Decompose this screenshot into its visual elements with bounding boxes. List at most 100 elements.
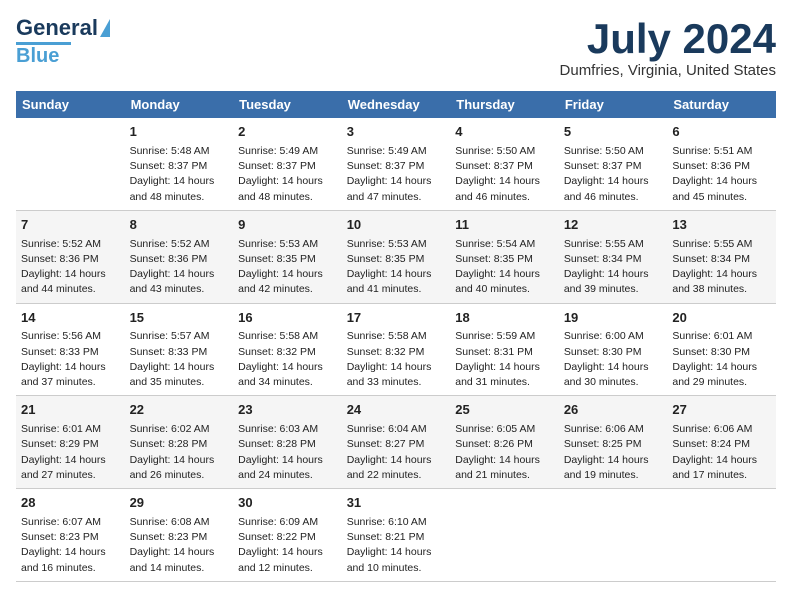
day-number: 16 xyxy=(238,309,337,328)
day-number: 12 xyxy=(564,216,663,235)
day-number: 8 xyxy=(130,216,229,235)
calendar-cell xyxy=(16,118,125,210)
day-info: Sunrise: 5:56 AM Sunset: 8:33 PM Dayligh… xyxy=(21,329,120,390)
month-title: July 2024 xyxy=(560,16,776,62)
calendar-table: SundayMondayTuesdayWednesdayThursdayFrid… xyxy=(16,91,776,582)
calendar-header-row: SundayMondayTuesdayWednesdayThursdayFrid… xyxy=(16,91,776,118)
day-number: 20 xyxy=(672,309,771,328)
day-info: Sunrise: 5:55 AM Sunset: 8:34 PM Dayligh… xyxy=(564,237,663,298)
calendar-cell: 27 Sunrise: 6:06 AM Sunset: 8:24 PM Dayli… xyxy=(667,396,776,489)
calendar-cell: 28 Sunrise: 6:07 AM Sunset: 8:23 PM Dayli… xyxy=(16,489,125,582)
day-info: Sunrise: 6:08 AM Sunset: 8:23 PM Dayligh… xyxy=(130,515,229,576)
day-number: 27 xyxy=(672,401,771,420)
day-number: 7 xyxy=(21,216,120,235)
calendar-cell: 9 Sunrise: 5:53 AM Sunset: 8:35 PM Daylig… xyxy=(233,210,342,303)
calendar-cell: 6 Sunrise: 5:51 AM Sunset: 8:36 PM Daylig… xyxy=(667,118,776,210)
day-info: Sunrise: 6:04 AM Sunset: 8:27 PM Dayligh… xyxy=(347,422,446,483)
day-info: Sunrise: 5:58 AM Sunset: 8:32 PM Dayligh… xyxy=(347,329,446,390)
day-number: 9 xyxy=(238,216,337,235)
calendar-cell: 13Sunrise: 5:55 AM Sunset: 8:34 PM Dayli… xyxy=(667,210,776,303)
calendar-cell: 22Sunrise: 6:02 AM Sunset: 8:28 PM Dayli… xyxy=(125,396,234,489)
calendar-cell xyxy=(559,489,668,582)
day-info: Sunrise: 5:58 AM Sunset: 8:32 PM Dayligh… xyxy=(238,329,337,390)
week-row-4: 21Sunrise: 6:01 AM Sunset: 8:29 PM Dayli… xyxy=(16,396,776,489)
day-info: Sunrise: 6:06 AM Sunset: 8:24 PM Dayligh… xyxy=(672,422,771,483)
calendar-cell: 31Sunrise: 6:10 AM Sunset: 8:21 PM Dayli… xyxy=(342,489,451,582)
logo-text-blue: Blue xyxy=(16,45,59,67)
day-number: 18 xyxy=(455,309,554,328)
day-info: Sunrise: 5:50 AM Sunset: 8:37 PM Dayligh… xyxy=(564,144,663,205)
location: Dumfries, Virginia, United States xyxy=(560,62,776,79)
calendar-cell: 16Sunrise: 5:58 AM Sunset: 8:32 PM Dayli… xyxy=(233,303,342,396)
day-info: Sunrise: 5:55 AM Sunset: 8:34 PM Dayligh… xyxy=(672,237,771,298)
day-number: 2 xyxy=(238,123,337,142)
day-header-friday: Friday xyxy=(559,91,668,118)
calendar-cell: 26Sunrise: 6:06 AM Sunset: 8:25 PM Dayli… xyxy=(559,396,668,489)
day-info: Sunrise: 6:07 AM Sunset: 8:23 PM Dayligh… xyxy=(21,515,120,576)
day-number: 22 xyxy=(130,401,229,420)
calendar-cell: 30Sunrise: 6:09 AM Sunset: 8:22 PM Dayli… xyxy=(233,489,342,582)
day-header-saturday: Saturday xyxy=(667,91,776,118)
day-info: Sunrise: 5:53 AM Sunset: 8:35 PM Dayligh… xyxy=(238,237,337,298)
day-info: Sunrise: 6:00 AM Sunset: 8:30 PM Dayligh… xyxy=(564,329,663,390)
day-info: Sunrise: 6:10 AM Sunset: 8:21 PM Dayligh… xyxy=(347,515,446,576)
calendar-cell: 20Sunrise: 6:01 AM Sunset: 8:30 PM Dayli… xyxy=(667,303,776,396)
calendar-cell: 15Sunrise: 5:57 AM Sunset: 8:33 PM Dayli… xyxy=(125,303,234,396)
day-info: Sunrise: 5:52 AM Sunset: 8:36 PM Dayligh… xyxy=(130,237,229,298)
calendar-cell: 17Sunrise: 5:58 AM Sunset: 8:32 PM Dayli… xyxy=(342,303,451,396)
week-row-5: 28 Sunrise: 6:07 AM Sunset: 8:23 PM Dayli… xyxy=(16,489,776,582)
week-row-3: 14Sunrise: 5:56 AM Sunset: 8:33 PM Dayli… xyxy=(16,303,776,396)
day-number: 30 xyxy=(238,494,337,513)
day-number: 10 xyxy=(347,216,446,235)
day-number: 15 xyxy=(130,309,229,328)
calendar-cell: 11Sunrise: 5:54 AM Sunset: 8:35 PM Dayli… xyxy=(450,210,559,303)
day-header-sunday: Sunday xyxy=(16,91,125,118)
day-number: 3 xyxy=(347,123,446,142)
day-info: Sunrise: 5:54 AM Sunset: 8:35 PM Dayligh… xyxy=(455,237,554,298)
calendar-cell: 24 Sunrise: 6:04 AM Sunset: 8:27 PM Dayli… xyxy=(342,396,451,489)
day-info: Sunrise: 5:57 AM Sunset: 8:33 PM Dayligh… xyxy=(130,329,229,390)
calendar-cell: 1Sunrise: 5:48 AM Sunset: 8:37 PM Daylig… xyxy=(125,118,234,210)
calendar-cell: 12 Sunrise: 5:55 AM Sunset: 8:34 PM Dayli… xyxy=(559,210,668,303)
calendar-cell xyxy=(667,489,776,582)
logo-triangle-icon xyxy=(100,19,110,37)
calendar-cell xyxy=(450,489,559,582)
calendar-cell: 7Sunrise: 5:52 AM Sunset: 8:36 PM Daylig… xyxy=(16,210,125,303)
calendar-cell: 29 Sunrise: 6:08 AM Sunset: 8:23 PM Dayli… xyxy=(125,489,234,582)
day-number: 28 xyxy=(21,494,120,513)
week-row-1: 1Sunrise: 5:48 AM Sunset: 8:37 PM Daylig… xyxy=(16,118,776,210)
day-number: 5 xyxy=(564,123,663,142)
logo-text-general: General xyxy=(16,16,98,40)
calendar-cell: 3 Sunrise: 5:49 AM Sunset: 8:37 PM Daylig… xyxy=(342,118,451,210)
day-header-thursday: Thursday xyxy=(450,91,559,118)
calendar-cell: 21Sunrise: 6:01 AM Sunset: 8:29 PM Dayli… xyxy=(16,396,125,489)
day-number: 1 xyxy=(130,123,229,142)
day-info: Sunrise: 5:59 AM Sunset: 8:31 PM Dayligh… xyxy=(455,329,554,390)
day-number: 24 xyxy=(347,401,446,420)
calendar-cell: 2 Sunrise: 5:49 AM Sunset: 8:37 PM Daylig… xyxy=(233,118,342,210)
day-info: Sunrise: 5:53 AM Sunset: 8:35 PM Dayligh… xyxy=(347,237,446,298)
day-header-monday: Monday xyxy=(125,91,234,118)
day-info: Sunrise: 5:49 AM Sunset: 8:37 PM Dayligh… xyxy=(347,144,446,205)
calendar-cell: 4Sunrise: 5:50 AM Sunset: 8:37 PM Daylig… xyxy=(450,118,559,210)
calendar-cell: 5 Sunrise: 5:50 AM Sunset: 8:37 PM Daylig… xyxy=(559,118,668,210)
calendar-cell: 8 Sunrise: 5:52 AM Sunset: 8:36 PM Daylig… xyxy=(125,210,234,303)
day-number: 23 xyxy=(238,401,337,420)
week-row-2: 7 Sunrise: 5:52 AM Sunset: 8:36 PM Daylig… xyxy=(16,210,776,303)
day-info: Sunrise: 6:03 AM Sunset: 8:28 PM Dayligh… xyxy=(238,422,337,483)
calendar-cell: 23 Sunrise: 6:03 AM Sunset: 8:28 PM Dayli… xyxy=(233,396,342,489)
day-info: Sunrise: 5:49 AM Sunset: 8:37 PM Dayligh… xyxy=(238,144,337,205)
day-number: 29 xyxy=(130,494,229,513)
day-number: 17 xyxy=(347,309,446,328)
day-info: Sunrise: 6:01 AM Sunset: 8:30 PM Dayligh… xyxy=(672,329,771,390)
calendar-cell: 10 Sunrise: 5:53 AM Sunset: 8:35 PM Dayli… xyxy=(342,210,451,303)
day-number: 6 xyxy=(672,123,771,142)
day-info: Sunrise: 5:51 AM Sunset: 8:36 PM Dayligh… xyxy=(672,144,771,205)
day-number: 26 xyxy=(564,401,663,420)
page-header: General Blue July 2024 Dumfries, Virgini… xyxy=(16,16,776,79)
day-info: Sunrise: 6:05 AM Sunset: 8:26 PM Dayligh… xyxy=(455,422,554,483)
day-number: 14 xyxy=(21,309,120,328)
day-number: 21 xyxy=(21,401,120,420)
day-info: Sunrise: 5:50 AM Sunset: 8:37 PM Dayligh… xyxy=(455,144,554,205)
day-number: 19 xyxy=(564,309,663,328)
